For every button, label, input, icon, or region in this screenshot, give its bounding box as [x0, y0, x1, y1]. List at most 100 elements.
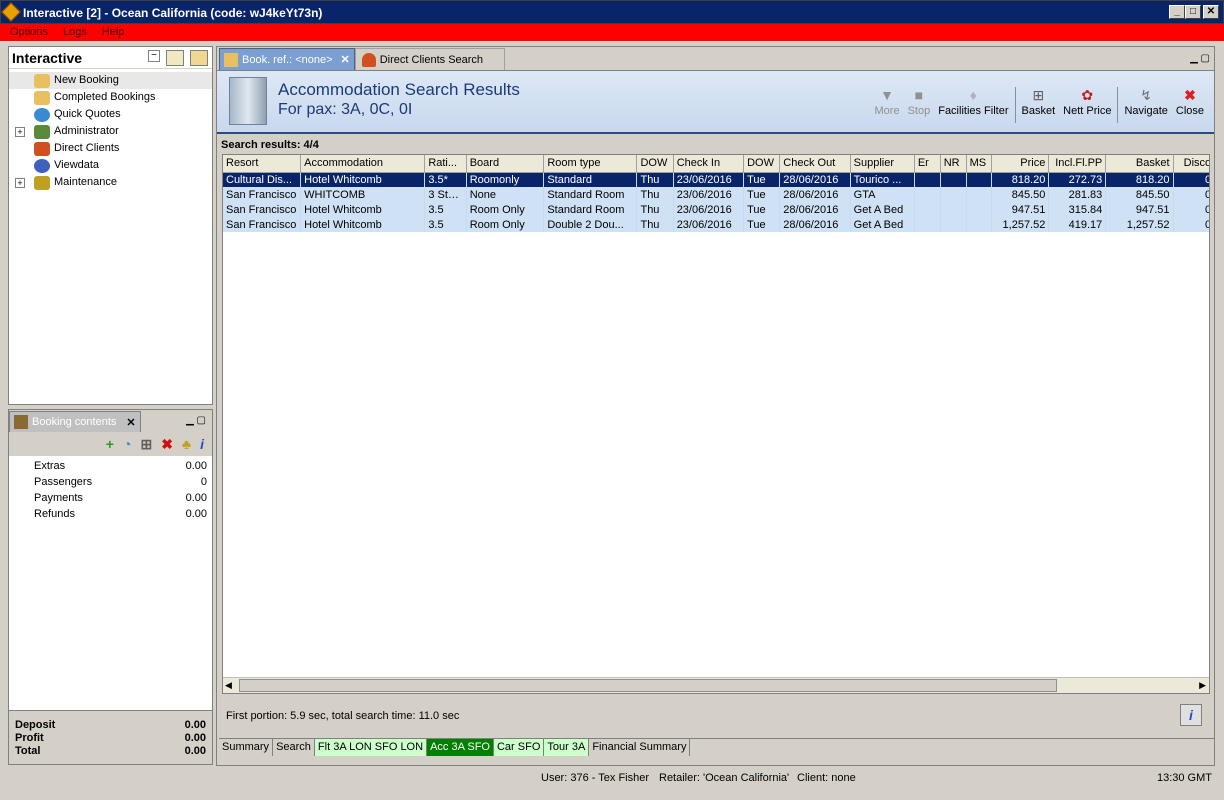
column-header[interactable]: Er — [914, 155, 941, 173]
column-header[interactable]: Check In — [673, 155, 745, 173]
column-header[interactable]: Price — [991, 155, 1050, 173]
nav-item-administrator[interactable]: + Administrator — [9, 123, 212, 140]
table-cell: 3.5 — [424, 217, 467, 232]
nav-item-viewdata[interactable]: Viewdata — [9, 157, 212, 174]
table-cell: Get A Bed — [850, 217, 915, 232]
editor-minmax-icon[interactable]: ▁ ▢ — [1190, 53, 1210, 64]
column-header[interactable]: NR — [940, 155, 967, 173]
building-icon — [229, 77, 267, 125]
column-header[interactable]: Check Out — [779, 155, 851, 173]
column-header[interactable]: Discount — [1173, 155, 1209, 173]
column-header[interactable]: Board — [466, 155, 545, 173]
table-cell — [914, 187, 941, 202]
stop-button[interactable]: ■ Stop — [908, 87, 931, 117]
bottom-tab[interactable]: Summary — [219, 739, 274, 756]
nav-item-quick-quotes[interactable]: Quick Quotes — [9, 106, 212, 123]
column-header[interactable]: Room type — [543, 155, 638, 173]
tab-booking-ref[interactable]: Book. ref.: <none> ✕ — [219, 48, 355, 70]
collapse-icon[interactable]: − — [148, 49, 160, 62]
delete-icon[interactable]: ✖ — [161, 436, 173, 453]
column-header[interactable]: Incl.Fl.PP — [1048, 155, 1107, 173]
close-tab-icon[interactable]: ✕ — [126, 416, 135, 429]
list-item: Passengers 0 — [34, 476, 207, 488]
basket-button[interactable]: ⊞ Basket — [1022, 87, 1056, 117]
table-cell — [914, 202, 941, 217]
column-header[interactable]: Basket — [1105, 155, 1174, 173]
table-cell: 947.51 — [1105, 202, 1174, 217]
table-cell — [966, 217, 993, 232]
table-cell: Tue — [743, 217, 781, 232]
column-header[interactable]: Accommodation — [300, 155, 426, 173]
navigate-button[interactable]: ↯ Navigate — [1124, 87, 1167, 117]
column-header[interactable]: DOW — [636, 155, 674, 173]
menu-logs[interactable]: Logs — [63, 24, 87, 41]
info-icon[interactable]: i — [200, 436, 204, 452]
table-cell: 3.5* — [424, 172, 467, 187]
table-cell: Room Only — [466, 217, 545, 232]
column-header[interactable]: DOW — [743, 155, 781, 173]
nett-price-button[interactable]: ✿ Nett Price — [1063, 87, 1111, 117]
bottom-tab[interactable]: Financial Summary — [589, 739, 691, 756]
add-icon[interactable]: + — [106, 436, 114, 452]
results-count: Search results: 4/4 — [221, 139, 319, 151]
bottom-tab[interactable]: Search — [273, 739, 315, 756]
books-icon — [34, 175, 50, 190]
bottom-tab[interactable]: Tour 3A — [544, 739, 590, 756]
table-cell: Standard Room — [543, 202, 638, 217]
column-header[interactable]: Supplier — [850, 155, 915, 173]
menu-help[interactable]: Help — [102, 24, 125, 41]
nav-item-completed-bookings[interactable]: Completed Bookings — [9, 89, 212, 106]
cart-icon[interactable]: ⊞ — [140, 436, 152, 453]
table-cell: 0.00 — [1173, 187, 1209, 202]
close-results-button[interactable]: ✖ Close — [1176, 87, 1204, 117]
info-button[interactable]: i — [1180, 704, 1202, 726]
column-header[interactable]: MS — [966, 155, 993, 173]
column-header[interactable]: Resort — [223, 155, 302, 173]
nav-item-new-booking[interactable]: New Booking — [9, 72, 212, 89]
table-row[interactable]: San Francisco Hotel Whitcomb 3.5 Room Only S… — [223, 202, 1209, 217]
palm-tree-icon[interactable]: ♣ — [182, 436, 191, 452]
scroll-right-icon[interactable]: ▶ — [1199, 680, 1206, 691]
nav-title: Interactive — [12, 49, 83, 66]
maximize-button[interactable]: □ — [1185, 5, 1201, 19]
export-icon[interactable] — [166, 49, 184, 66]
minimize-button[interactable]: _ — [1169, 5, 1185, 19]
panel-minimize-icon[interactable]: ▁ ▢ — [186, 415, 206, 426]
menu-options[interactable]: Options — [10, 24, 48, 41]
tab-direct-clients-search[interactable]: Direct Clients Search — [354, 48, 505, 70]
bottom-tab[interactable]: Acc 3A SFO — [427, 739, 494, 756]
facilities-filter-button[interactable]: ♦ Facilities Filter — [938, 87, 1008, 117]
table-cell — [966, 187, 993, 202]
menu-bar: Options Logs Help — [0, 24, 1224, 41]
expand-icon[interactable]: + — [15, 126, 25, 137]
table-cell: Tue — [743, 202, 781, 217]
bottom-tab[interactable]: Flt 3A LON SFO LON — [314, 739, 428, 756]
column-header[interactable]: Rati... — [424, 155, 467, 173]
table-cell: Tourico ... — [850, 172, 915, 187]
tab-booking-contents[interactable]: Booking contents ✕ — [9, 411, 141, 432]
more-button[interactable]: ▼ More — [875, 87, 900, 117]
close-tab-icon[interactable]: ✕ — [341, 53, 350, 66]
window-title-bar: Interactive [2] - Ocean California (code… — [0, 0, 1224, 24]
table-cell: None — [466, 187, 545, 202]
scroll-left-icon[interactable]: ◀ — [225, 680, 232, 691]
results-grid[interactable]: Resort Accommodation Rati... Board Room type… — [222, 154, 1210, 694]
clock-icon[interactable]: ◔ — [123, 436, 131, 452]
table-cell: GTA — [850, 187, 915, 202]
table-cell: 272.73 — [1048, 172, 1107, 187]
table-row[interactable]: San Francisco WHITCOMB 3 Stars None Standard… — [223, 187, 1209, 202]
navigate-icon: ↯ — [1140, 87, 1153, 103]
table-row[interactable]: Cultural Dis... Hotel Whitcomb 3.5* Roomonl… — [223, 172, 1209, 187]
window-close-button[interactable]: ✕ — [1203, 5, 1219, 19]
table-cell — [940, 187, 967, 202]
swap-icon[interactable] — [190, 49, 208, 66]
bottom-tab[interactable]: Car SFO — [493, 739, 545, 756]
nav-item-maintenance[interactable]: + Maintenance — [9, 174, 212, 191]
nav-item-direct-clients[interactable]: Direct Clients — [9, 140, 212, 157]
scrollbar-thumb[interactable] — [239, 679, 1057, 692]
expand-icon[interactable]: + — [15, 177, 25, 188]
more-icon: ▼ — [880, 87, 894, 103]
table-cell: Double 2 Dou... — [543, 217, 638, 232]
table-row[interactable]: San Francisco Hotel Whitcomb 3.5 Room Only D… — [223, 217, 1209, 232]
horizontal-scrollbar[interactable]: ◀ ▶ — [223, 677, 1209, 693]
